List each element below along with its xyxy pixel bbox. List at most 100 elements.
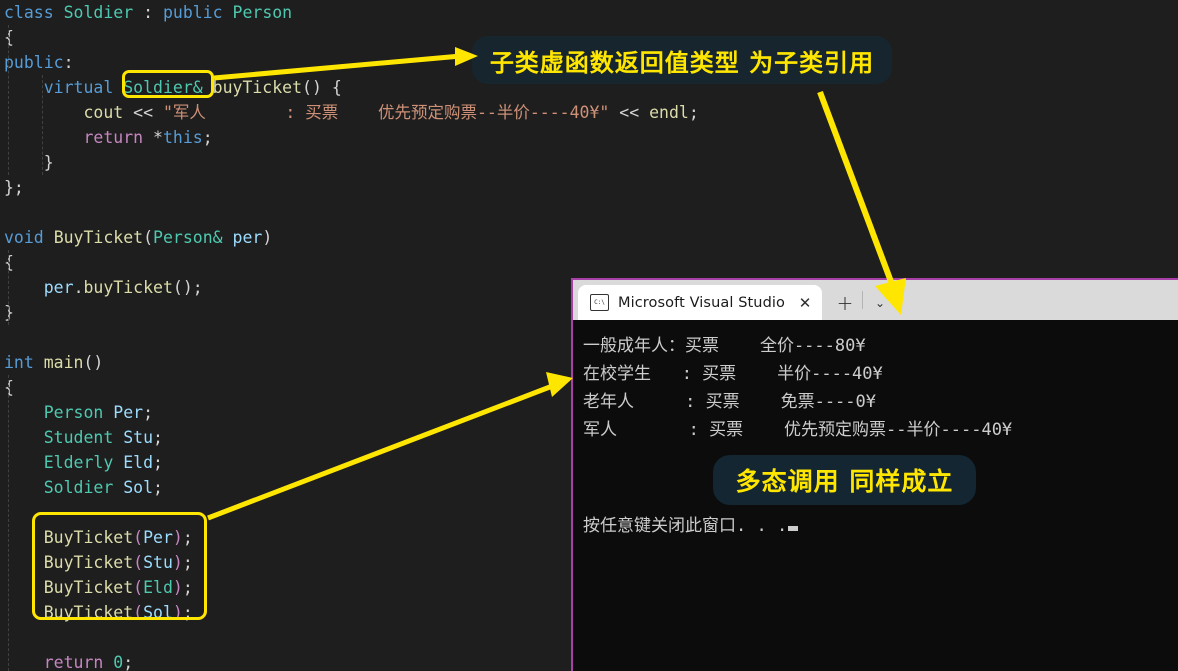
code-token: main: [43, 353, 84, 372]
code-token: "军人 : 买票 优先预定购票--半价----40¥": [162, 103, 610, 122]
code-token: per: [232, 228, 263, 247]
console-icon: C:\: [590, 294, 609, 311]
code-token: ): [172, 528, 183, 547]
code-token: Sol: [143, 603, 173, 622]
console-cursor: [788, 526, 799, 531]
console-prompt-line: 按任意键关闭此窗口. . .: [573, 512, 1178, 540]
code-token: virtual: [43, 78, 114, 97]
code-token: ): [172, 553, 183, 572]
code-token: ): [262, 228, 273, 247]
code-token: void: [4, 228, 44, 247]
code-token: BuyTicket: [43, 578, 134, 597]
code-token: BuyTicket: [43, 553, 134, 572]
code-token: :: [133, 3, 163, 22]
code-token: ;: [202, 128, 213, 147]
new-tab-button[interactable]: +: [830, 285, 860, 320]
code-token: BuyTicket: [43, 528, 134, 547]
code-token: ;: [182, 553, 193, 572]
code-token: endl: [649, 103, 689, 122]
code-token: *: [143, 128, 163, 147]
code-token: ();: [172, 278, 203, 297]
code-token: Per: [113, 403, 144, 422]
vs-tab-bar[interactable]: C:\ Microsoft Visual Studio ✕ + ⌄: [573, 280, 1178, 320]
console-line: 军人 : 买票 优先预定购票--半价----40¥: [583, 420, 1013, 440]
code-token: Elderly: [43, 453, 114, 472]
code-token: buyTicket: [212, 78, 303, 97]
code-token: (): [83, 353, 104, 372]
code-token: return: [43, 653, 104, 671]
indent-guide: [8, 250, 10, 325]
badge-polymorphism: 多态调用 同样成立: [713, 455, 976, 505]
code-token: class: [4, 3, 64, 22]
code-token: Person&: [153, 228, 223, 247]
code-token: .: [73, 278, 84, 297]
console-prompt-text: 按任意键关闭此窗口. . .: [583, 516, 788, 536]
indent-guide: [42, 75, 44, 175]
indent-guide: [8, 25, 10, 175]
tab-title: Microsoft Visual Studio: [618, 294, 785, 311]
code-token: public: [4, 53, 64, 72]
callout-return-type: 子类虚函数返回值类型 为子类引用: [472, 36, 892, 84]
code-line: class Soldier : public Person: [0, 0, 1178, 25]
code-token: (: [133, 578, 144, 597]
code-token: (: [133, 528, 144, 547]
code-token: return: [83, 128, 144, 147]
code-token: ;: [143, 403, 154, 422]
code-token: }: [4, 153, 54, 172]
code-token: ): [172, 603, 183, 622]
code-token: ): [172, 578, 183, 597]
code-token: buyTicket: [83, 278, 173, 297]
code-line: return *this;: [0, 125, 1178, 150]
code-token: ;: [153, 453, 163, 472]
code-token: 0: [113, 653, 124, 671]
code-token: int: [4, 353, 34, 372]
code-line: }: [0, 150, 1178, 175]
code-token: :: [63, 53, 74, 72]
screenshot-root: class Soldier : public Person {public: vi…: [0, 0, 1178, 671]
code-token: Stu: [123, 428, 154, 447]
code-token: (: [143, 228, 154, 247]
code-token: cout: [83, 103, 124, 122]
code-line: void BuyTicket(Person& per): [0, 225, 1178, 250]
code-token: BuyTicket: [43, 603, 134, 622]
code-token: Per: [143, 528, 173, 547]
code-token: ;: [182, 528, 193, 547]
badge-polymorphism-text: 多态调用 同样成立: [735, 467, 954, 496]
code-token: Stu: [143, 553, 173, 572]
chevron-down-icon[interactable]: ⌄: [865, 285, 895, 320]
code-token: <<: [123, 103, 163, 122]
code-token: Eld: [123, 453, 154, 472]
code-token: this: [162, 128, 203, 147]
console-line: 在校学生 : 买票 半价----40¥: [583, 364, 883, 384]
tab-microsoft-visual-studio[interactable]: C:\ Microsoft Visual Studio ✕: [578, 285, 822, 320]
code-token: Student: [43, 428, 114, 447]
indent-guide: [8, 375, 10, 671]
code-token: Person: [232, 3, 293, 22]
code-token: ;: [153, 428, 163, 447]
code-token: ;: [688, 103, 699, 122]
code-token: (: [133, 603, 144, 622]
callout-return-type-text: 子类虚函数返回值类型 为子类引用: [489, 48, 875, 77]
code-token: Soldier: [63, 3, 134, 22]
code-line: cout << "军人 : 买票 优先预定购票--半价----40¥" << e…: [0, 100, 1178, 125]
code-token: ;: [123, 653, 134, 671]
code-token: public: [162, 3, 223, 22]
close-icon[interactable]: ✕: [794, 292, 816, 314]
code-token: };: [4, 178, 24, 197]
code-token: BuyTicket: [53, 228, 144, 247]
code-token: Eld: [143, 578, 173, 597]
code-line: };: [0, 175, 1178, 200]
code-token: ;: [182, 603, 193, 622]
code-token: <<: [609, 103, 650, 122]
code-token: () {: [302, 78, 342, 97]
